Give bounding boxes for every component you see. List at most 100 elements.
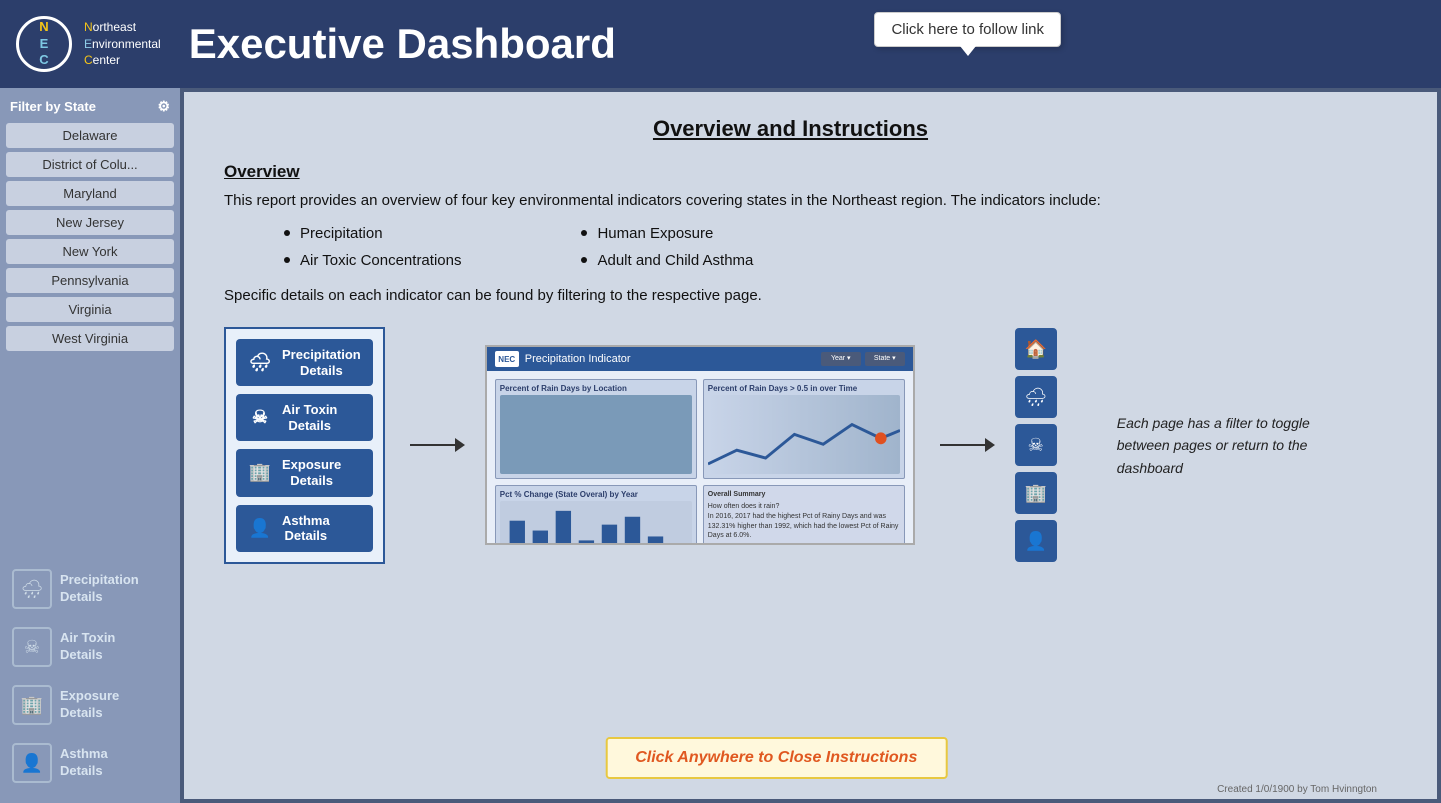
org-c: C [84,53,93,67]
mockup-summary-text: How often does it rain?In 2016, 2017 had… [708,502,900,541]
right-mini-home: 🏠 [1015,328,1057,370]
mockup-controls: Year ▾ State ▾ [821,352,905,366]
bullet-precipitation-label: Precipitation [300,225,383,242]
filter-label: Filter by State ⚙ [6,98,174,115]
mockup-line-label: Percent of Rain Days > 0.5 in over Time [708,384,900,393]
page-btn-precipitation[interactable]: 🌧 PrecipitationDetails [236,339,373,386]
bullet-air-toxic: Air Toxic Concentrations [284,252,461,269]
page-btn-airtoxin-label: Air ToxinDetails [282,402,337,433]
mockup-bar-label: Pct % Change (State Overal) by Year [500,490,692,499]
content-area: Overview and Instructions Overview This … [180,88,1441,803]
right-mini-person: 👤 [1015,520,1057,562]
mockup-bar-chart [500,501,692,545]
overview-heading: Overview [224,162,1357,182]
page-btn-airtoxin-icon: ☠ [248,407,272,428]
bullet-columns: Precipitation Air Toxic Concentrations H… [284,225,1357,269]
nav-asthma-label: AsthmaDetails [60,746,108,780]
bullet-human-exposure-label: Human Exposure [597,225,713,242]
filter-icon: ⚙ [157,98,170,115]
precipitation-icon: 🌧 [12,569,52,609]
logo-n: N [39,19,48,34]
sidebar: Filter by State ⚙ Delaware District of C… [0,88,180,803]
mockup-body: Percent of Rain Days by Location Percent… [487,371,913,543]
nav-precipitation[interactable]: 🌧 PrecipitationDetails [6,561,174,617]
bullet-dot-1 [284,230,290,236]
mockup-title: Precipitation Indicator [525,353,631,365]
close-instructions-button[interactable]: Click Anywhere to Close Instructions [605,737,947,779]
page-buttons-box: 🌧 PrecipitationDetails ☠ Air ToxinDetail… [224,327,385,564]
bullet-asthma-label: Adult and Child Asthma [597,252,753,269]
state-delaware[interactable]: Delaware [6,123,174,148]
specific-text: Specific details on each indicator can b… [224,285,1357,308]
screenshot-mockup: NEC Precipitation Indicator Year ▾ State… [485,345,915,545]
state-dc[interactable]: District of Colu... [6,152,174,177]
state-virginia[interactable]: Virginia [6,297,174,322]
nav-exposure[interactable]: 🏢 ExposureDetails [6,677,174,733]
nav-precipitation-label: PrecipitationDetails [60,572,139,606]
right-mini-building: 🏢 [1015,472,1057,514]
bullet-dot-4 [581,257,587,263]
header: N E C Northeast Environmental Center Exe… [0,0,1441,88]
mockup-line-box: Percent of Rain Days > 0.5 in over Time [703,379,905,479]
bullet-air-toxic-label: Air Toxic Concentrations [300,252,461,269]
exposure-icon: 🏢 [12,685,52,725]
state-westvirginia[interactable]: West Virginia [6,326,174,351]
asthma-icon: 👤 [12,743,52,783]
diagram-area: 🌧 PrecipitationDetails ☠ Air ToxinDetail… [224,327,1357,564]
mockup-map-label: Percent of Rain Days by Location [500,384,692,393]
mockup-line-chart [708,395,900,474]
page-btn-air-toxin[interactable]: ☠ Air ToxinDetails [236,394,373,441]
bullet-col-2: Human Exposure Adult and Child Asthma [581,225,753,269]
bullet-col-1: Precipitation Air Toxic Concentrations [284,225,461,269]
bullet-human-exposure: Human Exposure [581,225,753,242]
page-btn-exposure-icon: 🏢 [248,462,272,483]
page-btn-exposure-label: ExposureDetails [282,457,341,488]
mockup-bar-box: Pct % Change (State Overal) by Year [495,485,697,545]
page-btn-precip-label: PrecipitationDetails [282,347,361,378]
right-mini-skull: ☠ [1015,424,1057,466]
panel-title: Overview and Instructions [224,116,1357,142]
right-mini-precip: 🌧 [1015,376,1057,418]
page-title: Executive Dashboard [189,20,616,68]
arrow2-container [935,430,995,460]
org-n: N [84,20,93,34]
logo-e: E [40,36,49,51]
side-note: Each page has a filter to toggle between… [1117,412,1317,479]
main-layout: Filter by State ⚙ Delaware District of C… [0,88,1441,803]
page-btn-asthma[interactable]: 👤 AsthmaDetails [236,505,373,552]
arrow2-svg [935,430,995,460]
bullet-dot-3 [581,230,587,236]
mockup-state-select: State ▾ [865,352,905,366]
org-e: E [84,37,92,51]
mockup-summary-title: Overall Summary [708,490,900,500]
logo-c: C [39,52,48,67]
state-newjersey[interactable]: New Jersey [6,210,174,235]
page-btn-asthma-icon: 👤 [248,518,272,539]
page-btn-precip-icon: 🌧 [248,352,272,373]
state-newyork[interactable]: New York [6,239,174,264]
overview-text: This report provides an overview of four… [224,190,1357,213]
mockup-logo-text: NEC [498,355,515,364]
footer-credit: Created 1/0/1900 by Tom Hvinngton [1217,784,1377,795]
state-maryland[interactable]: Maryland [6,181,174,206]
page-btn-asthma-label: AsthmaDetails [282,513,330,544]
tooltip-bubble[interactable]: Click here to follow link [874,12,1061,47]
mockup-logo: NEC [495,351,519,367]
arrow-svg [405,430,465,460]
logo: N E C [16,16,72,72]
mockup-grid: Percent of Rain Days by Location Percent… [495,379,905,545]
page-btn-exposure[interactable]: 🏢 ExposureDetails [236,449,373,496]
bullet-asthma: Adult and Child Asthma [581,252,753,269]
mockup-map-box: Percent of Rain Days by Location [495,379,697,479]
filter-text: Filter by State [10,99,96,114]
state-pennsylvania[interactable]: Pennsylvania [6,268,174,293]
mockup-header: NEC Precipitation Indicator Year ▾ State… [487,347,913,371]
mockup-summary: Overall Summary How often does it rain?I… [703,485,905,545]
nav-asthma[interactable]: 👤 AsthmaDetails [6,735,174,791]
org-name: Northeast Environmental Center [84,19,161,69]
mockup-map [500,395,692,474]
mockup-year-select: Year ▾ [821,352,861,366]
arrow-container [405,430,465,460]
instruction-panel: Overview and Instructions Overview This … [184,92,1437,799]
nav-air-toxin[interactable]: ☠ Air ToxinDetails [6,619,174,675]
